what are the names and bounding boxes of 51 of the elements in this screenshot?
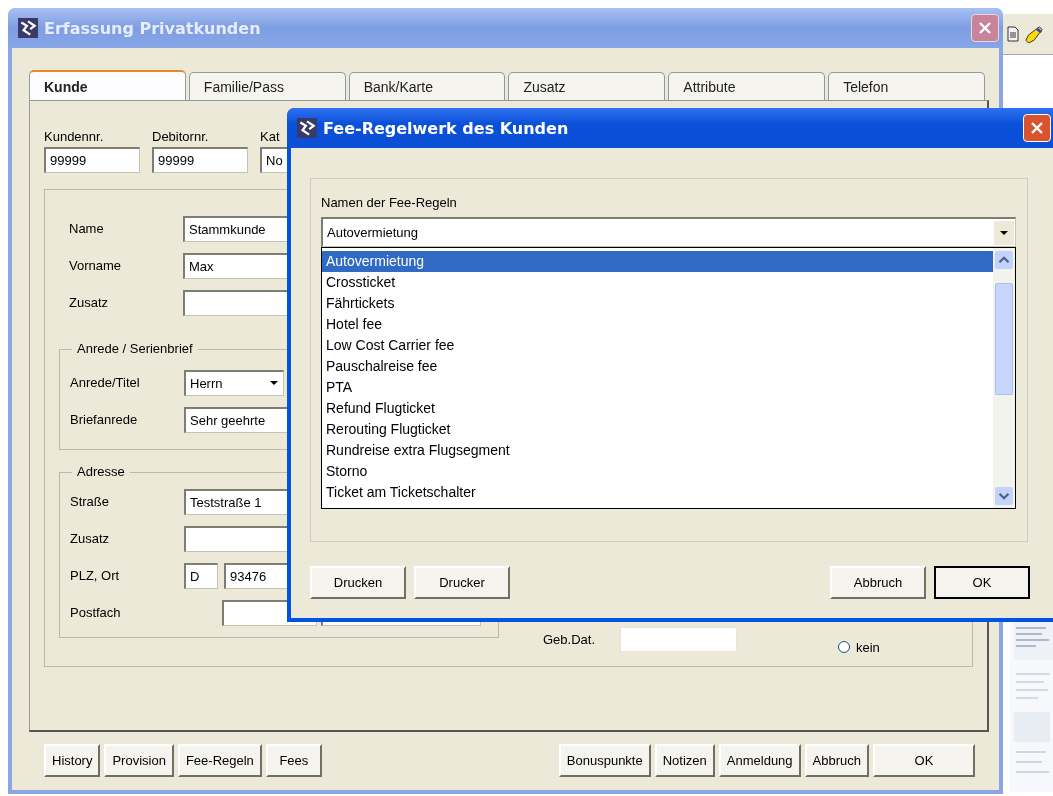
dropdown[interactable]: Autovermietung [321, 217, 1016, 247]
field-label: Vorname [68, 258, 123, 273]
field-label: Kat [260, 129, 280, 144]
window-title: Erfassung Privatkunden [44, 18, 261, 38]
field-label: Name [68, 221, 105, 236]
field-label: Zusatz [70, 531, 110, 546]
list-item[interactable]: Rundreise extra Flugsegment [322, 440, 993, 461]
list-item[interactable]: Pauschalreise fee [322, 356, 993, 377]
dropdown[interactable]: Herrn [184, 369, 284, 396]
radio-option[interactable]: kein [838, 636, 958, 658]
list-item[interactable]: Hotel fee [322, 314, 993, 335]
list-item[interactable]: Autovermietung [322, 251, 993, 272]
field-label: Kundennr. [44, 129, 104, 144]
field-label: PLZ, Ort [70, 568, 121, 583]
button[interactable]: Abbruch [830, 566, 926, 599]
field-label: Straße [70, 494, 110, 509]
date-field[interactable] [619, 626, 738, 652]
scroll-thumb[interactable] [995, 283, 1013, 395]
country-field[interactable]: D [184, 562, 218, 589]
window-title: Fee-Regelwerk des Kunden [323, 118, 569, 138]
group-title: Adresse [72, 464, 130, 479]
list-item[interactable]: Refund Flugticket [322, 398, 993, 419]
field-label: Zusatz [68, 295, 109, 310]
button[interactable]: Drucker [414, 566, 510, 599]
app-icon [297, 118, 317, 138]
list-item[interactable]: Storno [322, 461, 993, 482]
close-icon [1030, 121, 1044, 135]
button[interactable]: OK [934, 566, 1030, 599]
caret-icon [269, 380, 279, 386]
field-label: Briefanrede [70, 412, 139, 427]
scroll-down-icon[interactable] [995, 487, 1013, 505]
caret-icon [999, 229, 1009, 236]
list-item[interactable]: Crossticket [322, 272, 993, 293]
field-label: Debitornr. [152, 129, 209, 144]
pen-icon[interactable] [1023, 25, 1045, 43]
list-item[interactable]: Low Cost Carrier fee [322, 335, 993, 356]
document-icon[interactable] [1006, 26, 1020, 42]
scrollbar[interactable] [993, 248, 1015, 508]
field-label: Geb.Dat. [543, 631, 596, 647]
list-item[interactable]: Fährtickets [322, 293, 993, 314]
list-label: Namen der Fee-Regeln [321, 195, 458, 210]
list-item[interactable]: Rerouting Flugticket [322, 419, 993, 440]
field-label: Postfach [70, 605, 122, 620]
scroll-up-icon[interactable] [995, 251, 1013, 269]
field-label: Anrede/Titel [70, 375, 141, 390]
group-title: Anrede / Serienbrief [72, 341, 198, 356]
list-item[interactable]: Ticket am Ticketschalter [322, 482, 993, 503]
close-icon [978, 21, 992, 35]
list-item[interactable]: PTA [322, 377, 993, 398]
button[interactable]: Drucken [310, 566, 406, 599]
app-icon [18, 18, 38, 38]
